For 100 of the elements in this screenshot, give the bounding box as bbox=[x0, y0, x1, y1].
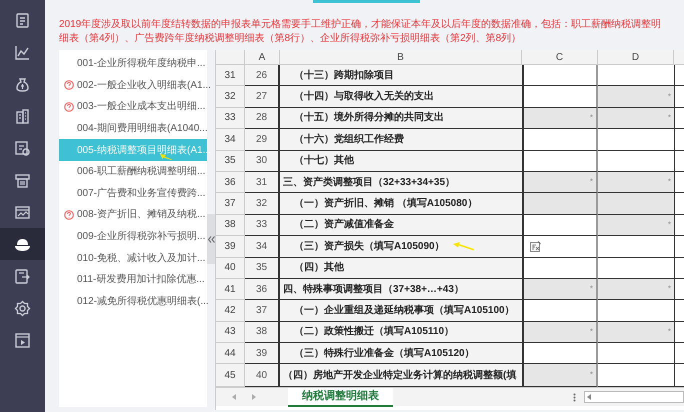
table-cell: （一）资产折旧、摊销 （填写A105080） bbox=[280, 193, 522, 215]
table-cell: （十七）其他 bbox=[280, 150, 522, 172]
collapse-handle[interactable] bbox=[207, 214, 215, 264]
table-cell[interactable] bbox=[522, 343, 598, 364]
building-icon bbox=[14, 108, 31, 124]
more-icon[interactable] bbox=[573, 392, 576, 402]
table-cell[interactable] bbox=[674, 150, 684, 172]
table-cell: 31 bbox=[245, 172, 280, 194]
table-cell: 39 bbox=[245, 343, 280, 364]
table-cell[interactable] bbox=[674, 172, 684, 194]
collapse-icon bbox=[208, 236, 214, 242]
table-cell[interactable] bbox=[522, 300, 598, 322]
sidebar-button[interactable] bbox=[0, 228, 45, 260]
table-cell[interactable] bbox=[674, 65, 684, 86]
table-cell[interactable] bbox=[522, 258, 598, 279]
table-cell[interactable] bbox=[674, 236, 684, 258]
horizontal-scrollbar[interactable] bbox=[584, 391, 684, 403]
row-header[interactable]: 45 bbox=[216, 364, 245, 387]
scroll-left-icon[interactable] bbox=[587, 394, 591, 400]
table-cell: （四）其他 bbox=[280, 258, 522, 279]
form-list-item[interactable]: 010-免税、减计收入及加计... bbox=[59, 247, 207, 269]
table-cell[interactable] bbox=[674, 193, 684, 215]
row-header[interactable]: 43 bbox=[216, 322, 245, 344]
row-header[interactable]: 33 bbox=[216, 108, 245, 130]
table-cell[interactable] bbox=[522, 236, 598, 258]
sheet-tab[interactable]: 纳税调整明细表 bbox=[288, 388, 393, 406]
form-list-item[interactable]: 004-期间费用明细表(A1040... bbox=[59, 118, 207, 140]
table-cell: 33 bbox=[245, 214, 280, 236]
table-cell[interactable] bbox=[598, 150, 674, 172]
table-cell: （十六）党组织工作经费 bbox=[280, 129, 522, 151]
form-list-item[interactable]: 011-研发费用加计扣除优惠... bbox=[59, 268, 207, 291]
row-header[interactable]: 34 bbox=[216, 129, 245, 151]
table-cell: （十三）跨期扣除项目 bbox=[280, 65, 522, 86]
formula-icon[interactable] bbox=[530, 240, 541, 252]
table-cell: （四）房地产开发企业特定业务计算的纳税调整额(填 bbox=[280, 364, 522, 387]
table-cell: 26 bbox=[245, 65, 280, 86]
table-cell[interactable] bbox=[674, 214, 684, 236]
table-cell[interactable] bbox=[598, 258, 674, 279]
table-cell[interactable] bbox=[522, 150, 598, 172]
table-cell[interactable] bbox=[674, 300, 684, 322]
table-cell: （二）资产减值准备金 bbox=[280, 214, 522, 236]
table-cell: 27 bbox=[245, 86, 280, 108]
form-list-item[interactable]: 008-资产折旧、摊销及纳税... bbox=[59, 204, 207, 226]
row-header[interactable]: 44 bbox=[216, 343, 245, 364]
certificate-icon bbox=[14, 140, 31, 156]
row-header[interactable]: 39 bbox=[216, 236, 245, 258]
table-cell: 28 bbox=[245, 108, 280, 130]
table-cell[interactable] bbox=[674, 278, 684, 300]
form-list-item[interactable]: 012-减免所得税优惠明细表(... bbox=[59, 290, 207, 312]
table-cell: （二）政策性搬迁（填写A105110） bbox=[280, 322, 522, 344]
table-cell[interactable] bbox=[674, 258, 684, 279]
notice-text: 2019年度涉及取以前年度结转数据的申报表单元格需要手工维护正确，才能保证本年及以后年度的数据准确，包括：职工薪酬纳税调整明细表（第4列）、广告费跨年度纳税调整明细表（第8行）、企业所得税弥补亏损明细表（第2列、第8列） bbox=[59, 18, 662, 46]
table-cell[interactable] bbox=[522, 193, 598, 215]
row-header[interactable]: 41 bbox=[216, 278, 245, 300]
printer-icon bbox=[14, 172, 31, 188]
document-icon bbox=[14, 12, 31, 28]
table-cell[interactable] bbox=[522, 86, 598, 108]
row-header[interactable]: 40 bbox=[216, 258, 245, 279]
pointer-arrow-icon bbox=[159, 154, 173, 160]
row-header[interactable]: 32 bbox=[216, 86, 245, 108]
table-cell: 29 bbox=[245, 129, 280, 151]
row-header[interactable]: 31 bbox=[216, 65, 245, 86]
row-header[interactable]: 42 bbox=[216, 300, 245, 322]
table-cell[interactable] bbox=[598, 193, 674, 215]
form-list-item[interactable]: 001-企业所得税年度纳税申... bbox=[59, 53, 207, 75]
table-cell: 40 bbox=[245, 364, 280, 387]
monitor-icon bbox=[14, 204, 31, 220]
table-cell: 34 bbox=[245, 236, 280, 258]
settings-icon bbox=[14, 300, 31, 316]
table-cell[interactable] bbox=[674, 129, 684, 151]
table-cell[interactable] bbox=[674, 108, 684, 130]
table-cell: 37 bbox=[245, 300, 280, 322]
table-cell[interactable] bbox=[674, 86, 684, 108]
export-document-icon bbox=[14, 268, 31, 284]
row-header[interactable]: 36 bbox=[216, 172, 245, 194]
table-cell: （十四）与取得收入无关的支出 bbox=[280, 86, 522, 108]
form-list-item[interactable]: 003-一般企业成本支出明细... bbox=[59, 96, 207, 118]
table-cell: 32 bbox=[245, 193, 280, 215]
table-cell: 35 bbox=[245, 258, 280, 279]
table-cell: 三、资产类调整项目（32+33+34+35） bbox=[280, 172, 522, 194]
table-cell[interactable] bbox=[674, 322, 684, 344]
form-list-item[interactable]: 009-企业所得税弥补亏损明... bbox=[59, 226, 207, 248]
table-cell: （一）企业重组及递延纳税事项（填写A105100） bbox=[280, 300, 522, 322]
row-header[interactable]: 38 bbox=[216, 214, 245, 236]
table-cell[interactable] bbox=[522, 65, 598, 86]
table-cell: 四、特殊事项调整项目（37+38+…+43） bbox=[280, 278, 522, 300]
table-cell[interactable] bbox=[522, 214, 598, 236]
table-cell: （十五）境外所得分摊的共同支出 bbox=[280, 108, 522, 130]
table-cell: （三）特殊行业准备金（填写A105120） bbox=[280, 343, 522, 364]
line-chart-icon bbox=[14, 44, 31, 60]
table-cell: 38 bbox=[245, 322, 280, 344]
row-header[interactable]: 35 bbox=[216, 150, 245, 172]
video-icon bbox=[14, 332, 31, 348]
form-list-item[interactable]: 006-职工薪酬纳税调整明细... bbox=[59, 160, 207, 183]
table-cell: 36 bbox=[245, 278, 280, 300]
row-header[interactable]: 37 bbox=[216, 193, 245, 215]
table-cell[interactable] bbox=[674, 343, 684, 364]
table-cell[interactable] bbox=[674, 364, 684, 387]
form-list-item[interactable]: 007-广告费和业务宣传费跨... bbox=[59, 182, 207, 204]
table-cell[interactable] bbox=[522, 129, 598, 151]
